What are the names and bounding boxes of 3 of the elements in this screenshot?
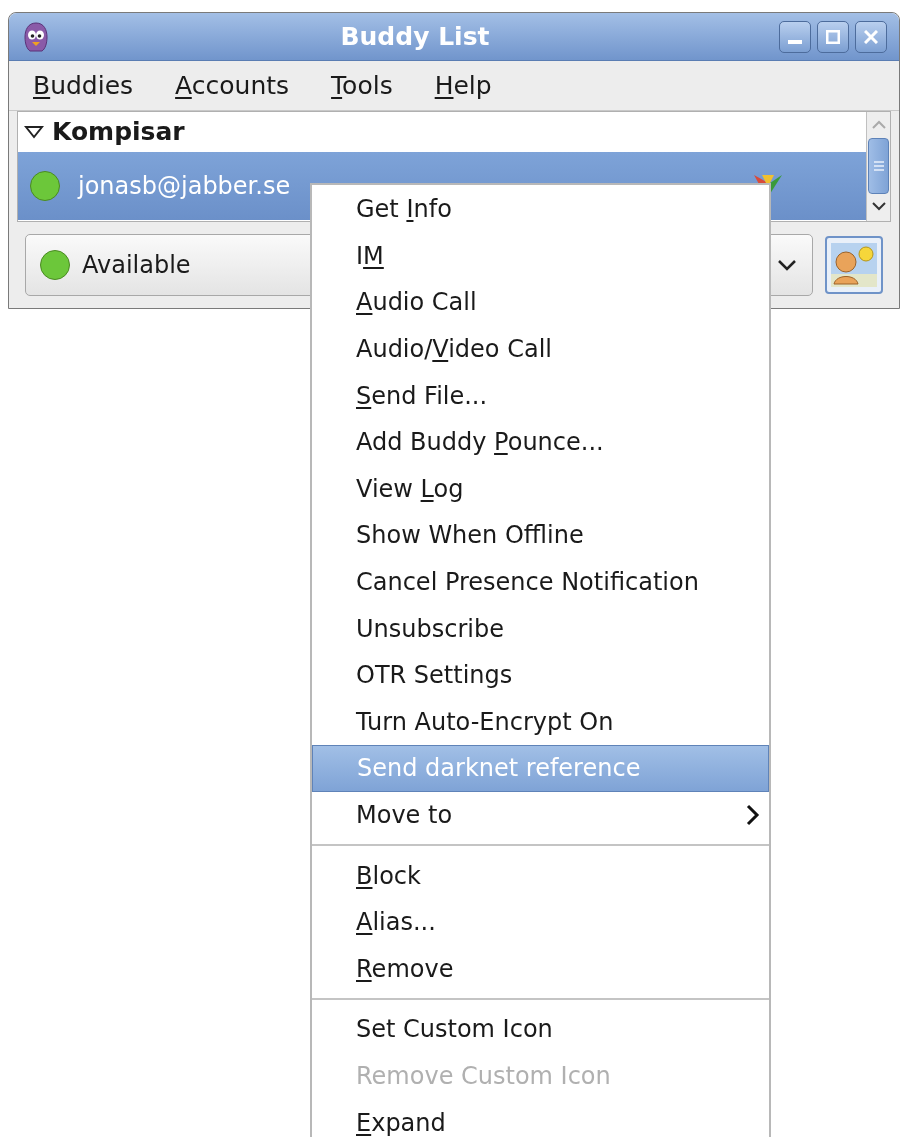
group-name: Kompisar (52, 116, 185, 149)
buddy-name: jonasb@jabber.se (78, 171, 291, 202)
window-title: Buddy List (339, 20, 491, 53)
